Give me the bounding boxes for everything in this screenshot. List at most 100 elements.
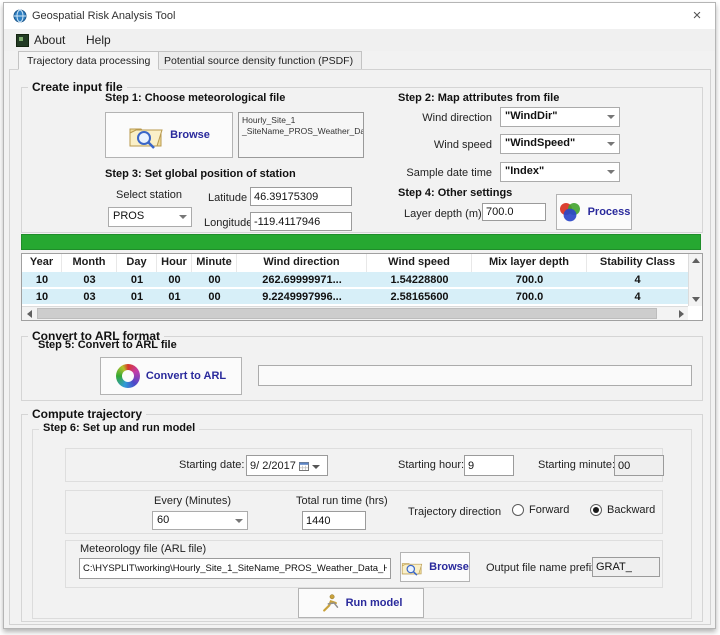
cell: 10 <box>22 272 62 287</box>
radio-backward[interactable]: Backward <box>590 504 655 516</box>
backward-label: Backward <box>607 504 655 516</box>
sample-datetime-select[interactable]: "Index" <box>500 162 620 182</box>
every-minutes-value: 60 <box>157 514 169 526</box>
cell: 262.69999971... <box>237 272 367 287</box>
radio-circle-icon <box>512 504 524 516</box>
sample-datetime-value: "Index" <box>505 165 544 177</box>
browse-button-label: Browse <box>170 129 210 141</box>
met-file-input[interactable] <box>79 558 391 579</box>
wind-speed-value: "WindSpeed" <box>505 137 575 149</box>
menu-help[interactable]: Help <box>86 33 111 47</box>
step5-title: Step 5: Convert to ARL file <box>38 339 177 351</box>
process-button-label: Process <box>588 206 631 218</box>
cell: 01 <box>117 289 157 304</box>
longitude-label: Longitude <box>204 217 252 229</box>
output-prefix-input[interactable] <box>592 557 660 577</box>
chevron-down-icon <box>235 519 243 523</box>
col-wind-direction: Wind direction <box>237 254 367 272</box>
folder-search-icon <box>128 122 164 149</box>
scroll-up-icon[interactable] <box>689 254 703 267</box>
tab-psdf[interactable]: Potential source density function (PSDF) <box>155 51 362 70</box>
weather-data-table[interactable]: Year Month Day Hour Minute Wind directio… <box>21 253 703 321</box>
folder-search-icon <box>401 559 423 576</box>
layer-depth-label: Layer depth (m) <box>404 208 482 220</box>
cell: 03 <box>62 272 117 287</box>
longitude-input[interactable] <box>250 212 352 231</box>
selected-file-panel: Hourly_Site_1 _SiteName_PROS_Weather_Dat… <box>238 112 364 158</box>
convert-to-arl-button[interactable]: Convert to ARL <box>100 357 242 395</box>
close-button[interactable]: × <box>683 5 711 27</box>
menu-about[interactable]: About <box>34 33 65 47</box>
chevron-down-icon <box>179 215 187 219</box>
vertical-scrollbar[interactable] <box>688 254 702 306</box>
color-ring-icon <box>116 364 140 388</box>
calendar-icon <box>299 461 309 471</box>
wind-direction-select[interactable]: "WindDir" <box>500 107 620 127</box>
start-time-panel: Starting date: 9/ 2/2017 Starting hour: … <box>65 448 663 482</box>
browse-arl-button[interactable]: Browse <box>400 552 470 582</box>
menu-bar: About Help <box>4 29 715 51</box>
starting-date-value: 9/ 2/2017 <box>250 460 296 472</box>
about-menu-icon <box>16 34 29 47</box>
horizontal-scrollbar[interactable] <box>22 306 688 320</box>
cell: 03 <box>62 289 117 304</box>
cell: 2.58165600 <box>367 289 472 304</box>
radio-forward[interactable]: Forward <box>512 504 569 516</box>
starting-date-picker[interactable]: 9/ 2/2017 <box>246 455 328 476</box>
scroll-right-icon[interactable] <box>674 307 688 320</box>
processing-progress-bar <box>21 234 701 250</box>
total-run-time-input[interactable] <box>302 511 366 530</box>
step2-title: Step 2: Map attributes from file <box>398 92 559 104</box>
table-row[interactable]: 10 03 01 00 00 262.69999971... 1.5422880… <box>22 272 688 288</box>
starting-date-label: Starting date: <box>179 459 244 471</box>
selected-file-line2: _SiteName_PROS_Weather_Data.csv <box>242 126 360 137</box>
table-row[interactable]: 10 03 01 01 00 9.2249997996... 2.5816560… <box>22 289 688 305</box>
group-compute-trajectory: Compute trajectory Step 6: Set up and ru… <box>21 414 703 622</box>
layer-depth-input[interactable] <box>482 203 546 221</box>
chevron-down-icon <box>312 465 320 469</box>
latitude-input[interactable] <box>250 187 352 206</box>
cell: 00 <box>192 289 237 304</box>
run-model-label: Run model <box>346 597 403 609</box>
run-model-button[interactable]: Run model <box>298 588 424 618</box>
output-prefix-label: Output file name prefix <box>486 562 597 574</box>
station-select[interactable]: PROS <box>108 207 192 227</box>
col-hour: Hour <box>157 254 192 272</box>
wind-speed-label: Wind speed <box>398 139 492 151</box>
scrollbar-thumb[interactable] <box>37 308 657 319</box>
scroll-down-icon[interactable] <box>689 293 703 306</box>
group-create-input-file: Create input file Step 1: Choose meteoro… <box>21 87 703 233</box>
cell: 700.0 <box>472 272 587 287</box>
cell: 01 <box>117 272 157 287</box>
cell: 1.54228800 <box>367 272 472 287</box>
starting-hour-input[interactable] <box>464 455 514 476</box>
convert-progress-bar <box>258 365 692 386</box>
run-settings-panel: Every (Minutes) 60 Total run time (hrs) … <box>65 490 663 534</box>
cell: 10 <box>22 289 62 304</box>
col-day: Day <box>117 254 157 272</box>
col-minute: Minute <box>192 254 237 272</box>
tab-trajectory-data-processing[interactable]: Trajectory data processing <box>18 51 159 70</box>
met-file-panel: Meteorology file (ARL file) Browse Outpu… <box>65 540 663 588</box>
sample-datetime-label: Sample date time <box>378 167 492 179</box>
trajectory-direction-label: Trajectory direction <box>408 506 501 518</box>
process-button[interactable]: Process <box>556 194 632 230</box>
forward-label: Forward <box>529 504 569 516</box>
cell: 00 <box>157 272 192 287</box>
every-minutes-select[interactable]: 60 <box>152 511 248 530</box>
starting-minute-label: Starting minute: <box>538 459 615 471</box>
rgb-circles-icon <box>558 201 582 223</box>
window-title: Geospatial Risk Analysis Tool <box>32 10 175 22</box>
starting-minute-input[interactable] <box>614 455 664 476</box>
col-wind-speed: Wind speed <box>367 254 472 272</box>
app-icon <box>13 9 27 23</box>
latitude-label: Latitude <box>208 192 247 204</box>
wind-speed-select[interactable]: "WindSpeed" <box>500 134 620 154</box>
scroll-left-icon[interactable] <box>22 307 36 320</box>
step4-title: Step 4: Other settings <box>398 187 512 199</box>
browse-met-file-button[interactable]: Browse <box>105 112 233 158</box>
step6-title: Step 6: Set up and run model <box>39 422 199 434</box>
met-file-label: Meteorology file (ARL file) <box>80 543 206 555</box>
cell: 700.0 <box>472 289 587 304</box>
col-year: Year <box>22 254 62 272</box>
